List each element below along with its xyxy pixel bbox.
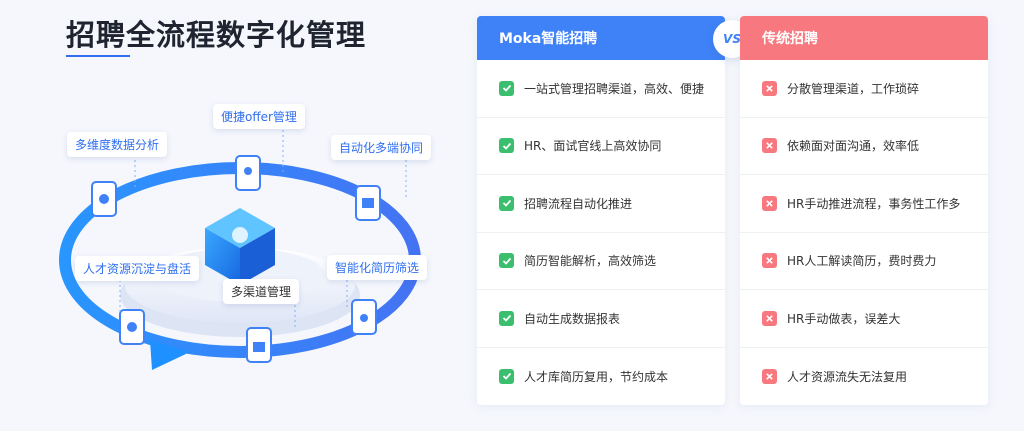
list-item: 分散管理渠道，工作琐碎: [740, 60, 988, 118]
list-item-text: 人才资源流失无法复用: [787, 369, 908, 384]
title-underline: [66, 55, 130, 57]
list-item-text: 一站式管理招聘渠道，高效、便捷: [524, 81, 705, 96]
list-item-text: HR手动推进流程，事务性工作多: [787, 196, 961, 211]
check-icon: [499, 80, 514, 96]
list-item-text: 人才库简历复用，节约成本: [524, 369, 669, 384]
list-item-text: 招聘流程自动化推进: [524, 196, 633, 211]
moka-card-title: Moka智能招聘: [477, 16, 725, 60]
label-resume-filter: 智能化简历筛选: [327, 255, 428, 280]
list-item: 自动生成数据报表: [477, 290, 725, 348]
cross-icon: [762, 310, 777, 326]
page-title: 招聘全流程数字化管理: [66, 18, 367, 52]
cross-icon: [762, 253, 777, 269]
list-item: 招聘流程自动化推进: [477, 175, 725, 233]
check-icon: [499, 138, 514, 154]
traditional-feature-list: 分散管理渠道，工作琐碎 依赖面对面沟通，效率低 HR手动推进流程，事务性工作多 HR人…: [740, 60, 988, 405]
label-offer-management: 便捷offer管理: [213, 104, 305, 129]
list-item-text: 分散管理渠道，工作琐碎: [787, 81, 920, 96]
list-item: 人才库简历复用，节约成本: [477, 348, 725, 406]
check-icon: [499, 368, 514, 384]
list-item: 依赖面对面沟通，效率低: [740, 118, 988, 175]
list-item-text: HR、面试官线上高效协同: [524, 139, 662, 154]
cross-icon: [762, 138, 777, 154]
check-icon: [499, 253, 514, 269]
moka-comparison-card: Moka智能招聘 一站式管理招聘渠道，高效、便捷 HR、面试官线上高效协同 招聘流程…: [477, 16, 725, 405]
traditional-card-title: 传统招聘: [740, 16, 988, 60]
list-item-text: HR人工解读简历，费时费力: [787, 254, 937, 269]
list-item-text: HR手动做表，误差大: [787, 311, 901, 326]
list-item: HR手动做表，误差大: [740, 290, 988, 348]
label-channel-management: 多渠道管理: [223, 279, 300, 304]
list-item: HR人工解读简历，费时费力: [740, 233, 988, 290]
label-data-analytics: 多维度数据分析: [67, 132, 168, 157]
label-talent-pool: 人才资源沉淀与盘活: [75, 256, 200, 281]
moka-feature-list: 一站式管理招聘渠道，高效、便捷 HR、面试官线上高效协同 招聘流程自动化推进简历智能…: [477, 60, 725, 405]
cross-icon: [762, 368, 777, 384]
list-item: HR、面试官线上高效协同: [477, 118, 725, 175]
cross-icon: [762, 195, 777, 211]
process-illustration: 便捷offer管理 多维度数据分析 自动化多端协同 人才资源沉淀与盘活 智能化简…: [40, 90, 460, 390]
traditional-comparison-card: 传统招聘 分散管理渠道，工作琐碎 依赖面对面沟通，效率低 HR手动推进流程，事务性工…: [740, 16, 988, 405]
list-item-text: 依赖面对面沟通，效率低: [787, 139, 920, 154]
list-item: 简历智能解析，高效筛选: [477, 233, 725, 290]
cross-icon: [762, 80, 777, 96]
list-item: 一站式管理招聘渠道，高效、便捷: [477, 60, 725, 118]
list-item: HR手动推进流程，事务性工作多: [740, 175, 988, 233]
list-item: 人才资源流失无法复用: [740, 348, 988, 406]
check-icon: [499, 310, 514, 326]
list-item-text: 自动生成数据报表: [524, 311, 621, 326]
check-icon: [499, 195, 514, 211]
label-multi-end-collab: 自动化多端协同: [331, 135, 432, 160]
list-item-text: 简历智能解析，高效筛选: [524, 254, 657, 269]
